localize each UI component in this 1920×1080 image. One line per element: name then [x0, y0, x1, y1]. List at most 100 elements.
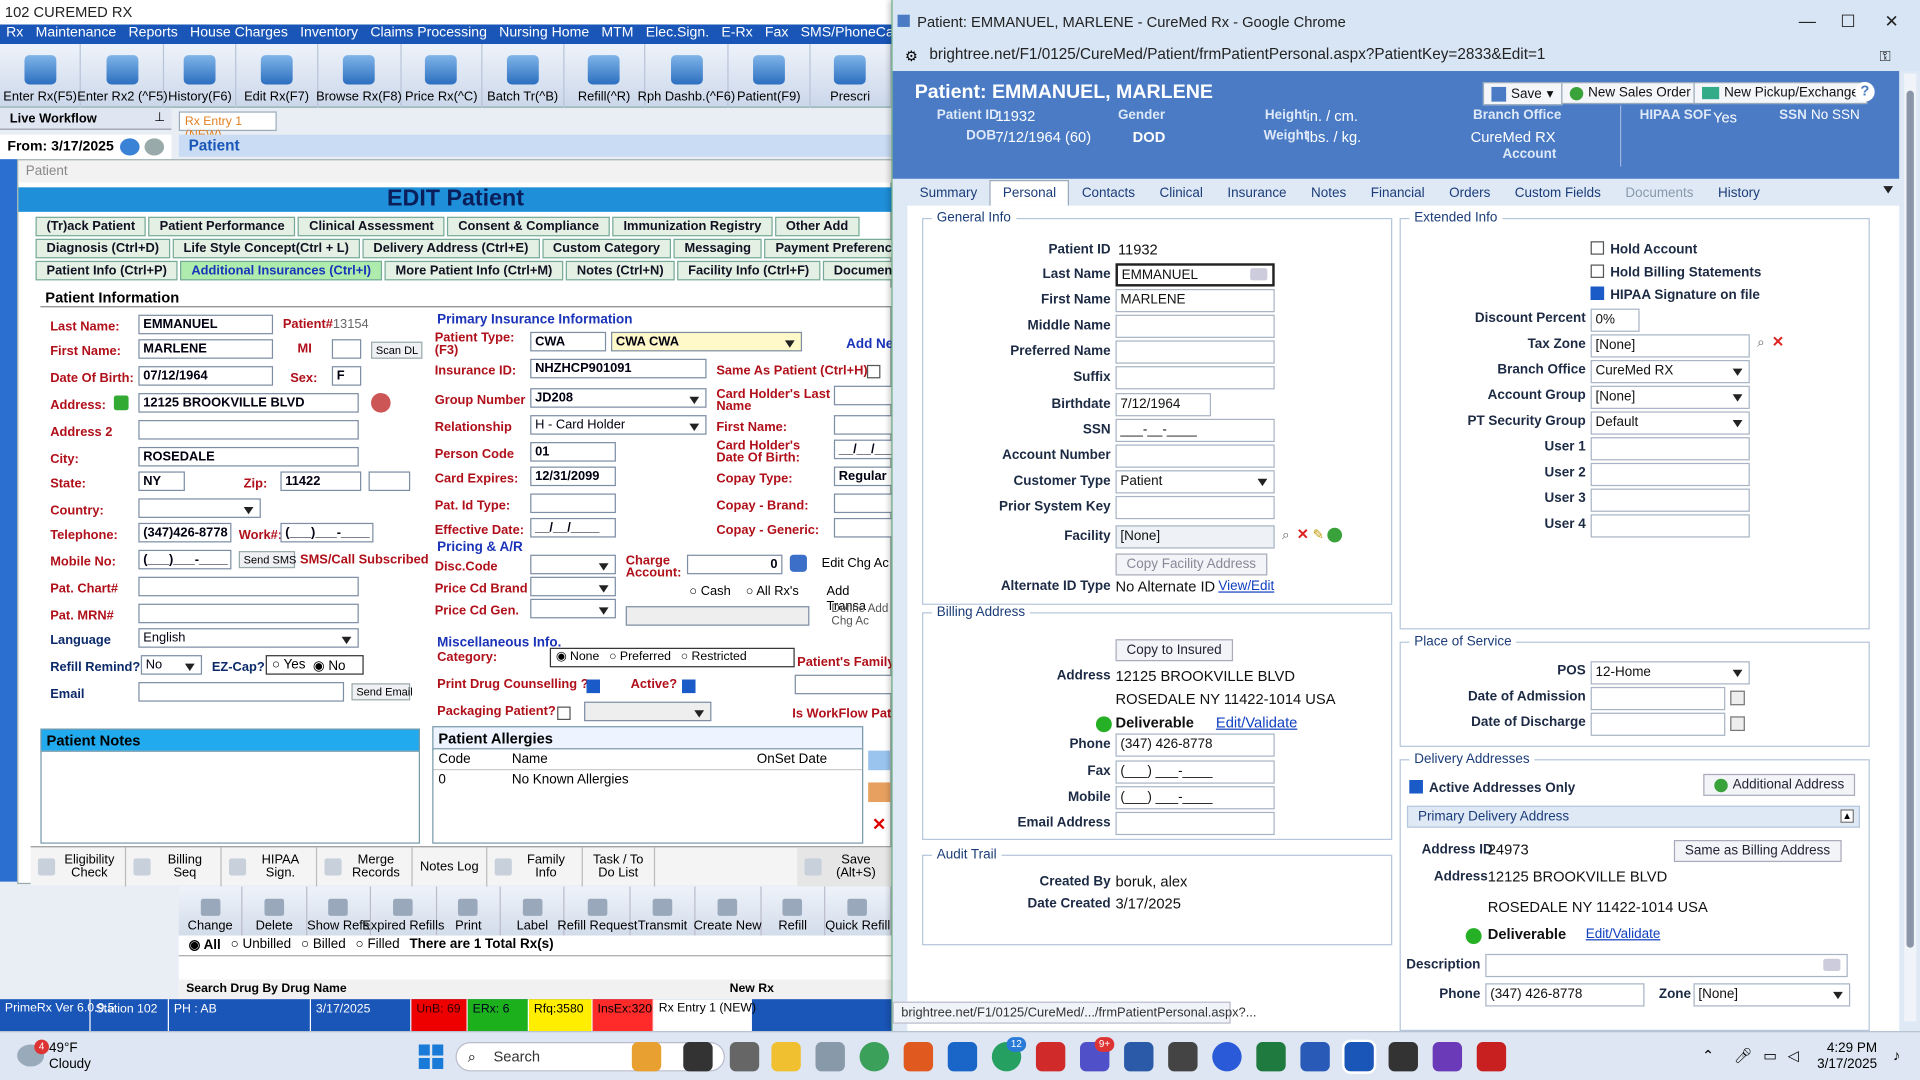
packaging-select[interactable]: [584, 701, 712, 722]
edit-patient-tab[interactable]: (Tr)ack Patient: [35, 216, 147, 237]
toolbar-button[interactable]: Patient(F9): [729, 44, 811, 108]
packaging-patient-checkbox[interactable]: [557, 706, 571, 721]
taskbar-chrome-icon[interactable]: [859, 1042, 889, 1072]
billing-email-field[interactable]: [1115, 811, 1275, 836]
discount-field[interactable]: 0%: [1590, 308, 1640, 332]
menu-item[interactable]: SMS/PhoneCalls: [795, 24, 892, 44]
insurance-id-field[interactable]: NHZHCP901091: [530, 358, 707, 379]
user3-field[interactable]: [1590, 488, 1750, 512]
zip-field[interactable]: 11422: [280, 471, 362, 492]
taskbar-excel-icon[interactable]: [1256, 1042, 1286, 1072]
tab-custom-fields[interactable]: Custom Fields: [1503, 181, 1614, 205]
patient-type-field[interactable]: CWA: [530, 331, 607, 352]
zip-ext-field[interactable]: [368, 471, 411, 492]
edit-patient-tab[interactable]: More Patient Info (Ctrl+M): [384, 260, 564, 281]
account-group-select[interactable]: [None]: [1590, 385, 1750, 409]
address-bar[interactable]: brightree.net/F1/0125/CureMed/Patient/fr…: [892, 41, 1920, 72]
same-as-patient-checkbox[interactable]: [866, 364, 881, 379]
status-insurance-exception[interactable]: InsEx:320: [592, 999, 654, 1032]
ezcap-no-radio[interactable]: ◉ No: [313, 658, 346, 674]
taskbar-word-icon[interactable]: [1300, 1042, 1330, 1072]
price-cd-brand-select[interactable]: [530, 576, 616, 597]
search-icon[interactable]: ⌕: [1282, 528, 1290, 544]
save-button[interactable]: Save ▾: [1482, 82, 1562, 106]
clock[interactable]: 4:29 PM 3/17/2025: [1817, 1041, 1877, 1073]
taskbar-notes-icon[interactable]: [1124, 1042, 1154, 1072]
tax-zone-search-icon[interactable]: ⌕: [1757, 336, 1765, 352]
filter-billed[interactable]: ○ Billed: [301, 937, 346, 954]
delivery-phone-field[interactable]: (347) 426-8778: [1485, 983, 1645, 1007]
all-rx-radio[interactable]: ○ All Rx's: [746, 584, 799, 599]
define-add-chg-button[interactable]: Define Add Chg Ac: [831, 603, 897, 628]
disc-code-select[interactable]: [530, 554, 616, 575]
general-customer-type-select[interactable]: Patient: [1115, 470, 1275, 494]
toolbar-button[interactable]: Browse Rx(F8): [316, 44, 402, 108]
delete-allergy-icon[interactable]: ✕: [868, 814, 890, 834]
taskbar-zoom-icon[interactable]: [1212, 1042, 1242, 1072]
card-holder-dob-field[interactable]: __/__/____: [833, 439, 893, 460]
edit-patient-tab[interactable]: Clinical Assessment: [298, 216, 445, 237]
edit-patient-tab[interactable]: Consent & Compliance: [447, 216, 611, 237]
active-checkbox[interactable]: [682, 679, 696, 694]
volume-icon[interactable]: ◁: [1788, 1047, 1799, 1064]
taskbar-file-explorer-icon[interactable]: [771, 1042, 801, 1072]
toolbar-button[interactable]: History(F6): [165, 44, 237, 108]
edit-patient-tab[interactable]: Delivery Address (Ctrl+E): [362, 238, 540, 259]
edit-patient-tab[interactable]: Payment Preference: [764, 238, 911, 259]
filter-all[interactable]: ◉ All: [189, 937, 221, 954]
mrn-field[interactable]: [138, 603, 359, 624]
card-holder-first-field[interactable]: [833, 415, 893, 435]
scrollbar[interactable]: [1904, 73, 1917, 1022]
binoculars-icon[interactable]: [789, 554, 807, 572]
taskbar-trello-icon[interactable]: [947, 1042, 978, 1072]
general-account-field[interactable]: [1115, 444, 1275, 468]
tax-zone-field[interactable]: [None]: [1590, 334, 1750, 358]
effective-date-field[interactable]: __/__/____: [530, 517, 616, 538]
bottom-action-button[interactable]: Billing Seq: [126, 847, 222, 887]
category-restricted-radio[interactable]: ○ Restricted: [681, 650, 747, 665]
general-middle-field[interactable]: [1115, 314, 1275, 338]
edit-allergy-icon[interactable]: [868, 782, 891, 803]
rx-action-button[interactable]: Delete: [243, 886, 307, 936]
taskbar-briefcase-icon[interactable]: [631, 1042, 662, 1072]
microphone-icon[interactable]: 🎤︎: [1734, 1047, 1753, 1064]
menu-item[interactable]: Fax: [759, 24, 795, 44]
menu-item[interactable]: Reports: [122, 24, 184, 44]
from-date[interactable]: 3/17/2025: [51, 140, 114, 155]
ext-branch-select[interactable]: CureMed RX: [1590, 360, 1750, 384]
discharge-field[interactable]: [1590, 712, 1726, 736]
user1-field[interactable]: [1590, 437, 1750, 461]
edit-patient-tab[interactable]: Notes (Ctrl+N): [565, 260, 675, 281]
bottom-action-button[interactable]: HIPAA Sign.: [222, 847, 318, 887]
person-code-field[interactable]: 01: [530, 442, 616, 462]
tab-financial[interactable]: Financial: [1358, 181, 1436, 205]
toolbar-button[interactable]: Prescri: [810, 44, 892, 108]
toolbar-button[interactable]: Rph Dashb.(^F6): [638, 44, 735, 108]
same-as-billing-button[interactable]: Same as Billing Address: [1673, 840, 1842, 863]
maximize-icon[interactable]: ☐: [1840, 11, 1855, 32]
edit-chg-account-button[interactable]: Edit Chg Ac: [822, 556, 889, 571]
tab-contacts[interactable]: Contacts: [1070, 181, 1148, 205]
dob-field[interactable]: 07/12/1964: [138, 366, 274, 386]
refresh-icon[interactable]: [120, 138, 140, 156]
edit-patient-tab[interactable]: Messaging: [673, 238, 762, 259]
bottom-action-button[interactable]: Eligibility Check: [31, 847, 127, 887]
general-suffix-field[interactable]: [1115, 366, 1275, 390]
bottom-action-button[interactable]: Family Info: [487, 847, 583, 887]
address-field[interactable]: 12125 BROOKVILLE BLVD: [138, 393, 359, 413]
billing-fax-field[interactable]: (___) ___-____: [1115, 760, 1275, 784]
pt-security-select[interactable]: Default: [1590, 411, 1750, 435]
taskbar-app4-icon[interactable]: [1432, 1042, 1463, 1072]
mobile-field[interactable]: (___)___-____: [138, 549, 232, 570]
send-sms-button[interactable]: Send SMS: [238, 551, 296, 569]
general-ssn-field[interactable]: ___-__-____: [1115, 418, 1275, 443]
hold-billing-checkbox[interactable]: [1590, 264, 1605, 278]
toolbar-button[interactable]: Refill(^R): [564, 44, 646, 108]
copy-to-insured-button[interactable]: Copy to Insured: [1115, 639, 1233, 662]
clear-icon[interactable]: ✕: [1297, 525, 1309, 542]
copay-brand-field[interactable]: [833, 493, 893, 514]
billing-phone-field[interactable]: (347) 426-8778: [1115, 733, 1275, 757]
taskbar-app2-icon[interactable]: [903, 1042, 934, 1072]
status-unbilled[interactable]: UnB: 69: [411, 999, 468, 1032]
menu-item[interactable]: Elec.Sign.: [640, 24, 716, 44]
